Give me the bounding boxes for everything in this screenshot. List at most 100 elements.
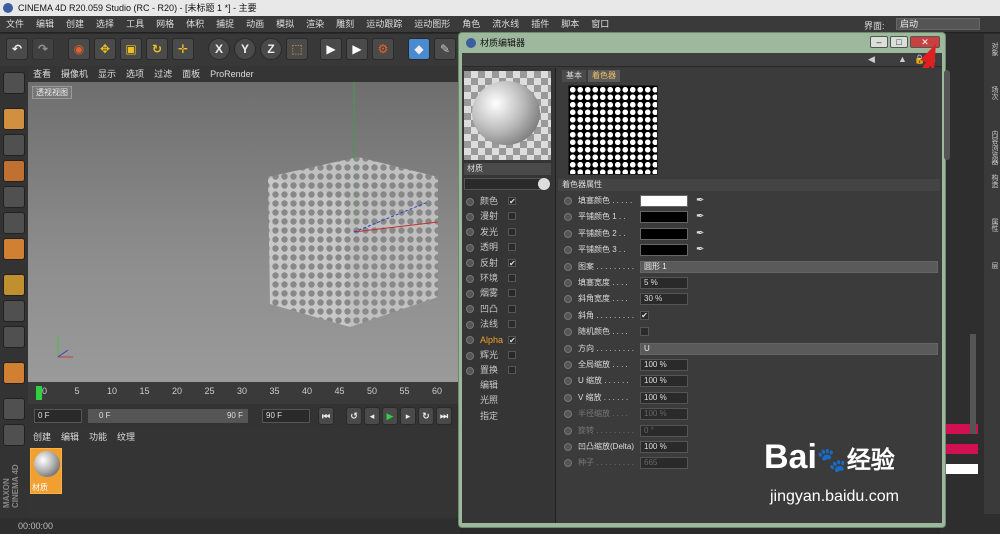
viewport-menu-item[interactable]: 查看 xyxy=(28,66,56,82)
channel-item[interactable]: 发光 xyxy=(464,225,554,239)
channel-checkbox[interactable] xyxy=(508,227,516,236)
property-radio[interactable] xyxy=(564,443,572,451)
color-swatch[interactable] xyxy=(640,227,688,240)
right-scrollbar[interactable] xyxy=(970,334,976,434)
viewport-menu-item[interactable]: 选项 xyxy=(121,66,149,82)
viewport-menu-item[interactable]: 过滤 xyxy=(149,66,177,82)
current-frame-field[interactable]: 0 F xyxy=(34,409,82,423)
goto-start-icon[interactable]: ⏮ xyxy=(318,407,334,425)
channel-checkbox[interactable]: ✔ xyxy=(508,197,516,206)
channel-checkbox[interactable] xyxy=(508,366,516,375)
prev-key-icon[interactable]: ↺ xyxy=(346,407,362,425)
channel-checkbox[interactable] xyxy=(508,351,516,359)
eyedropper-icon[interactable] xyxy=(538,178,550,190)
render-view-icon[interactable]: ▶ xyxy=(320,38,342,60)
play-icon[interactable]: ▶ xyxy=(382,407,398,425)
property-radio[interactable] xyxy=(564,377,572,386)
minimize-button[interactable]: – xyxy=(870,36,888,48)
perspective-viewport[interactable]: 透视视图 xyxy=(28,82,460,382)
material-menu-item[interactable]: 编辑 xyxy=(56,430,84,444)
channel-item[interactable]: 透明 xyxy=(464,240,554,254)
viewport-menu-item[interactable]: 显示 xyxy=(93,66,121,82)
menu-item[interactable]: 角色 xyxy=(456,16,486,33)
polygons-mode-icon[interactable] xyxy=(3,238,25,260)
channel-checkbox[interactable] xyxy=(508,289,516,298)
z-axis-icon[interactable]: Z xyxy=(260,38,282,60)
property-radio[interactable] xyxy=(564,410,572,419)
eyedropper-icon[interactable]: ✒ xyxy=(696,194,704,208)
property-radio[interactable] xyxy=(564,361,572,369)
channel-item[interactable]: 颜色 ✔ xyxy=(464,194,554,208)
menu-item[interactable]: 脚本 xyxy=(555,16,585,33)
property-value-field[interactable]: 30 % xyxy=(640,293,688,306)
property-radio[interactable] xyxy=(564,279,572,287)
color-swatch[interactable] xyxy=(640,211,688,224)
channel-checkbox[interactable] xyxy=(508,320,516,329)
right-tab[interactable]: 场次 xyxy=(985,86,999,100)
property-checkbox[interactable] xyxy=(640,327,649,337)
property-radio[interactable] xyxy=(564,229,572,238)
property-select[interactable]: 圆形 1 xyxy=(640,260,938,273)
render-picture-icon[interactable]: ▶ xyxy=(346,38,368,60)
channel-checkbox[interactable]: ✔ xyxy=(508,258,516,267)
channel-radio[interactable] xyxy=(466,351,474,360)
eyedropper-icon[interactable]: ✒ xyxy=(696,210,704,224)
menu-item[interactable]: 模拟 xyxy=(270,16,300,33)
channel-checkbox[interactable] xyxy=(508,274,516,282)
cube-icon[interactable]: ◆ xyxy=(408,38,430,60)
property-value-field[interactable]: 100 % xyxy=(640,375,688,388)
menu-item[interactable]: 运动图形 xyxy=(408,16,456,33)
menu-item[interactable]: 动画 xyxy=(240,16,270,33)
coordinate-system-icon[interactable]: ⬚ xyxy=(286,38,308,60)
attribute-tab[interactable]: 基本 xyxy=(562,70,586,82)
property-radio[interactable] xyxy=(564,344,572,353)
material-preview[interactable] xyxy=(464,71,551,160)
texture-mode-icon[interactable] xyxy=(3,134,25,156)
channel-extra[interactable]: 光照 xyxy=(464,393,554,407)
property-radio[interactable] xyxy=(564,213,572,222)
menu-item[interactable]: 创建 xyxy=(60,16,90,33)
eyedropper-icon[interactable]: ✒ xyxy=(696,243,704,257)
channel-item[interactable]: 漫射 xyxy=(464,209,554,223)
edges-mode-icon[interactable] xyxy=(3,212,25,234)
channel-radio[interactable] xyxy=(466,336,474,345)
channel-extra[interactable]: 指定 xyxy=(464,409,554,423)
property-radio[interactable] xyxy=(564,311,572,320)
channel-radio[interactable] xyxy=(466,290,474,299)
channel-radio[interactable] xyxy=(466,305,474,314)
material-menu-item[interactable]: 创建 xyxy=(28,430,56,444)
channel-radio[interactable] xyxy=(466,197,474,206)
channel-filter-field[interactable] xyxy=(464,178,544,190)
color-swatch[interactable] xyxy=(640,244,688,257)
layout-select[interactable]: 启动 xyxy=(896,18,980,30)
render-settings-icon[interactable]: ⚙ xyxy=(372,38,394,60)
property-value-field[interactable]: 100 % xyxy=(640,408,688,421)
material-menu-item[interactable]: 纹理 xyxy=(112,430,140,444)
y-axis-icon[interactable]: Y xyxy=(234,38,256,60)
menu-item[interactable]: 窗口 xyxy=(585,16,615,33)
preview-range-slider[interactable]: 0 F 90 F xyxy=(88,409,248,423)
axis-mode-icon[interactable] xyxy=(3,274,25,296)
channel-radio[interactable] xyxy=(466,320,474,329)
move-icon[interactable]: ✥ xyxy=(94,38,116,60)
menu-item[interactable]: 网格 xyxy=(150,16,180,33)
channel-item[interactable]: 辉光 xyxy=(464,348,554,362)
channel-item[interactable]: 反射 ✔ xyxy=(464,256,554,270)
menu-item[interactable]: 文件 xyxy=(0,16,30,33)
property-radio[interactable] xyxy=(564,328,572,337)
viewport-menu-item[interactable]: 摄像机 xyxy=(56,66,93,82)
channel-item[interactable]: 法线 xyxy=(464,317,554,331)
channel-radio[interactable] xyxy=(466,243,474,252)
menu-item[interactable]: 雕刻 xyxy=(330,16,360,33)
right-tab[interactable]: 构造 xyxy=(985,174,999,188)
points-mode-icon[interactable] xyxy=(3,186,25,208)
channel-radio[interactable] xyxy=(466,228,474,237)
attribute-tab[interactable]: 着色器 xyxy=(588,70,620,82)
right-tab[interactable]: 对象 xyxy=(985,42,999,56)
right-tab[interactable]: 内容浏览器 xyxy=(985,130,999,165)
property-value-field[interactable]: 665 xyxy=(640,457,688,470)
channel-item[interactable]: 置换 xyxy=(464,363,554,377)
workplane-lock-icon[interactable] xyxy=(3,424,25,446)
viewport-menu-item[interactable]: ProRender xyxy=(205,66,259,82)
workplane-icon[interactable] xyxy=(3,160,25,182)
